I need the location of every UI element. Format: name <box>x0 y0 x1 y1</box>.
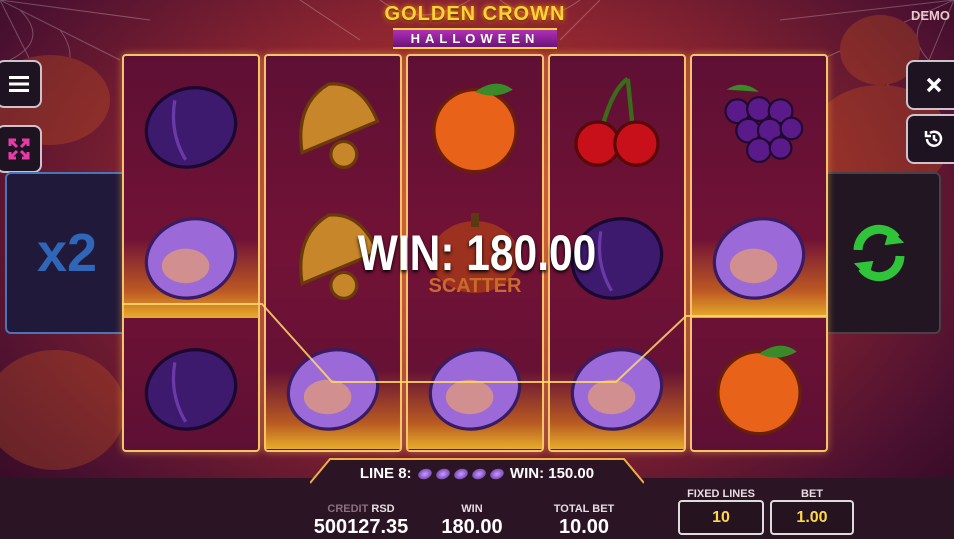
bet-label: BET <box>801 488 823 500</box>
line-number: LINE 8: <box>359 465 412 482</box>
fixed-lines-label: FIXED LINES <box>687 488 755 500</box>
history-icon <box>924 130 943 147</box>
gem-icon <box>470 466 488 482</box>
credit-label: CREDIT RSD <box>318 503 404 515</box>
credit-label-text: CREDIT <box>327 503 369 515</box>
logo-subtitle: HALLOWEEN <box>392 28 558 49</box>
close-button[interactable] <box>906 60 954 110</box>
credit-value: 500127.35 <box>313 516 409 538</box>
logo-title: GOLDEN CROWN <box>384 3 566 25</box>
win-value: 180.00 <box>441 516 503 538</box>
history-button[interactable] <box>906 114 954 164</box>
win-banner: WIN: 180.00 <box>357 225 597 281</box>
close-icon <box>926 77 942 93</box>
gem-icon <box>434 466 452 482</box>
demo-label: DEMO <box>911 8 950 23</box>
line-win-amount: WIN: 150.00 <box>509 465 595 482</box>
fixed-lines-field[interactable]: 10 <box>678 500 764 535</box>
menu-icon <box>9 76 29 92</box>
line-win-info: LINE 8: WIN: 150.00 <box>0 465 954 482</box>
menu-button[interactable] <box>0 60 42 108</box>
fullscreen-button[interactable] <box>0 125 42 173</box>
game-logo: GOLDEN CROWN HALLOWEEN <box>346 3 604 49</box>
total-bet-value: 10.00 <box>558 516 610 538</box>
total-bet-label: TOTAL BET <box>553 503 615 515</box>
currency-label: RSD <box>371 503 395 515</box>
gem-icon <box>488 466 506 482</box>
fullscreen-icon <box>8 138 30 160</box>
gem-icon <box>452 466 470 482</box>
win-label: WIN <box>461 503 483 515</box>
bet-field[interactable]: 1.00 <box>770 500 854 535</box>
gem-icon <box>416 466 434 482</box>
